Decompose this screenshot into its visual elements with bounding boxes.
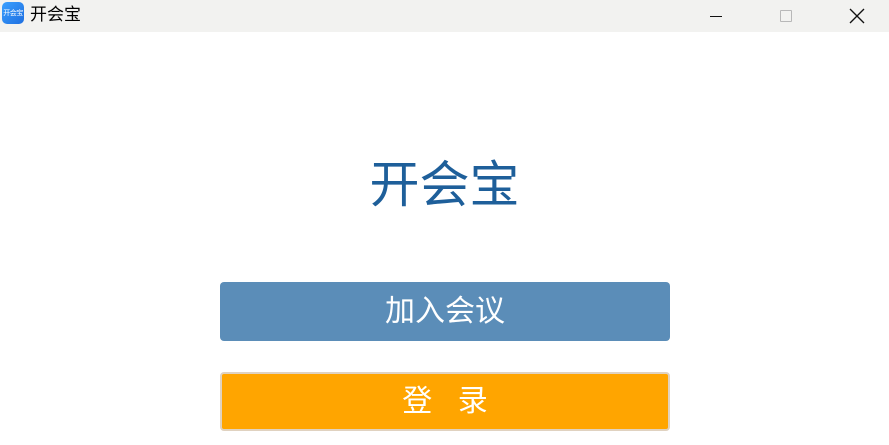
minimize-icon [710,16,722,17]
title-bar[interactable]: 开会宝 开会宝 [0,0,889,32]
window-title: 开会宝 [30,5,81,25]
close-button[interactable] [834,0,880,32]
app-window: 开会宝 开会宝 开会宝 加入会议 登 录 [0,0,889,445]
login-button[interactable]: 登 录 [220,372,670,431]
join-meeting-button[interactable]: 加入会议 [220,282,670,341]
minimize-button[interactable] [693,0,739,32]
app-logo-icon: 开会宝 [2,2,24,24]
app-heading: 开会宝 [369,156,520,214]
close-icon [849,8,865,24]
maximize-button[interactable] [763,0,809,32]
maximize-icon [780,10,792,22]
